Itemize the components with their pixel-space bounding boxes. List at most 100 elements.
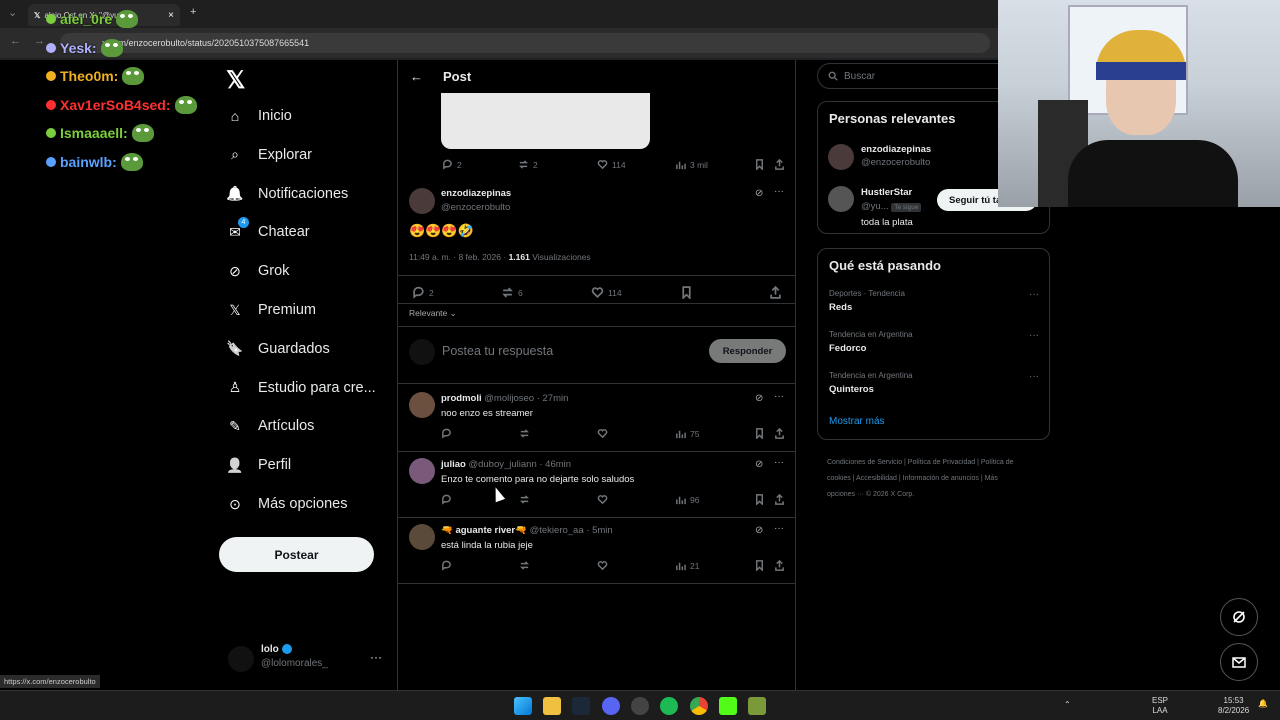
sidebar-item-más-opciones[interactable]: ⊙ Más opciones [226, 491, 347, 517]
bookmark-action[interactable] [754, 159, 765, 170]
more-icon[interactable]: ··· [774, 457, 784, 468]
reply-time[interactable]: · 5min [586, 525, 612, 536]
post-author-handle[interactable]: @enzocerobulto [441, 202, 510, 213]
bookmark-action[interactable] [754, 428, 765, 439]
quoted-media-image[interactable] [441, 93, 650, 149]
like-action[interactable] [597, 560, 608, 571]
more-icon[interactable]: ··· [774, 391, 784, 402]
file-explorer-icon[interactable] [543, 697, 561, 715]
avatar[interactable] [409, 188, 435, 214]
sidebar-item-estudio-para-cre-[interactable]: ♙ Estudio para cre... [226, 375, 376, 401]
sidebar-item-notificaciones[interactable]: 🔔 Notificaciones [226, 181, 348, 207]
share-action[interactable] [774, 494, 785, 505]
more-icon[interactable]: ··· [1029, 330, 1039, 341]
share-action[interactable] [774, 428, 785, 439]
repost-action[interactable] [519, 428, 530, 439]
grok-icon[interactable]: ⊘ [755, 188, 763, 199]
post-button[interactable]: Postear [219, 537, 374, 572]
reply-author-handle[interactable]: @tekiero_aa [530, 525, 584, 536]
sidebar-item-premium[interactable]: 𝕏 Premium [226, 297, 316, 323]
discord-icon[interactable] [602, 697, 620, 715]
forward-icon[interactable]: → [34, 35, 45, 47]
sidebar-item-inicio[interactable]: ⌂ Inicio [226, 103, 292, 129]
reply-action[interactable]: 2 [412, 286, 434, 299]
sidebar-item-guardados[interactable]: 🔖 Guardados [226, 336, 329, 362]
more-icon[interactable]: ··· [774, 523, 784, 534]
more-icon[interactable]: ··· [1029, 289, 1039, 300]
like-action[interactable]: 114 [597, 159, 626, 170]
notification-icon[interactable]: 🔔 [1258, 699, 1268, 709]
footer-links[interactable]: Condiciones de Servicio | Política de Pr… [827, 455, 1027, 503]
obs-icon[interactable] [631, 697, 649, 715]
person-handle[interactable]: @enzocerobulto [861, 157, 930, 168]
reply-author-handle[interactable]: @duboy_juliann [468, 459, 536, 470]
like-action[interactable] [597, 494, 608, 505]
avatar[interactable] [409, 392, 435, 418]
reply-action[interactable] [441, 428, 452, 439]
clock[interactable]: 15:53 8/2/2026 [1218, 696, 1249, 716]
sidebar-item-perfil[interactable]: 👤 Perfil [226, 452, 291, 478]
repost-action[interactable] [519, 560, 530, 571]
person-name[interactable]: HustlerStar [861, 187, 912, 198]
bookmark-action[interactable] [754, 560, 765, 571]
views-action[interactable]: 3 mil [675, 159, 708, 170]
reply-button[interactable]: Responder [709, 339, 786, 363]
reply-author-handle[interactable]: @molijoseo [484, 393, 534, 404]
kick-icon[interactable] [719, 697, 737, 715]
grok-icon[interactable]: ⊘ [755, 459, 763, 470]
sidebar-item-grok[interactable]: ⊘ Grok [226, 258, 289, 284]
more-icon[interactable]: ··· [370, 650, 382, 664]
reply-action[interactable]: 2 [442, 159, 462, 170]
grok-icon[interactable]: ⊘ [755, 525, 763, 536]
like-action[interactable] [597, 428, 608, 439]
account-switcher[interactable]: lolo @lolomorales_ ··· [228, 642, 388, 678]
share-action[interactable] [774, 159, 785, 170]
steam-icon[interactable] [572, 697, 590, 715]
chrome-icon[interactable] [690, 697, 708, 715]
post-author-name[interactable]: enzodiazepinas [441, 188, 511, 199]
person-handle[interactable]: @yu... Te sigue [861, 201, 922, 212]
bookmark-action[interactable] [754, 494, 765, 505]
reply-author-name[interactable]: 🔫 aguante river🔫 [441, 525, 527, 536]
avatar[interactable] [409, 524, 435, 550]
show-more-link[interactable]: Mostrar más [829, 416, 885, 427]
tray-chevron-icon[interactable]: ⌃ [1064, 700, 1071, 710]
repost-action[interactable]: 2 [518, 159, 538, 170]
avatar[interactable] [828, 144, 854, 170]
back-arrow-icon[interactable]: ← [410, 69, 423, 84]
sidebar-item-artículos[interactable]: ✎ Artículos [226, 413, 314, 439]
tab-list-icon[interactable]: ⌄ [8, 6, 17, 19]
grok-icon[interactable]: ⊘ [755, 393, 763, 404]
reply-action[interactable] [441, 560, 452, 571]
start-icon[interactable] [514, 697, 532, 715]
x-logo-icon[interactable]: 𝕏 [226, 66, 245, 95]
avatar[interactable] [409, 458, 435, 484]
sidebar-item-explorar[interactable]: ⌕ Explorar [226, 142, 312, 168]
views-action[interactable]: 21 [675, 560, 699, 571]
back-icon[interactable]: ← [10, 35, 21, 47]
reply-time[interactable]: · 46min [539, 459, 571, 470]
share-action[interactable] [769, 286, 782, 299]
app-icon[interactable] [748, 697, 766, 715]
messages-float-button[interactable] [1220, 643, 1258, 681]
reply-author-name[interactable]: prodmoli [441, 393, 482, 404]
sort-dropdown[interactable]: Relevante ⌄ [409, 308, 457, 319]
grok-float-button[interactable] [1220, 598, 1258, 636]
repost-action[interactable]: 6 [501, 286, 523, 299]
views-action[interactable]: 75 [675, 428, 699, 439]
avatar[interactable] [828, 186, 854, 212]
sidebar-item-chatear[interactable]: ✉ Chatear 4 [226, 217, 310, 245]
repost-action[interactable] [519, 494, 530, 505]
spotify-icon[interactable] [660, 697, 678, 715]
share-action[interactable] [774, 560, 785, 571]
language-indicator[interactable]: ESP LAA [1152, 696, 1168, 716]
reply-time[interactable]: · 27min [537, 393, 569, 404]
reply-author-name[interactable]: juliao [441, 459, 466, 470]
person-name[interactable]: enzodiazepinas [861, 144, 931, 155]
more-icon[interactable]: ··· [774, 186, 784, 197]
views-action[interactable]: 96 [675, 494, 699, 505]
bookmark-action[interactable] [680, 286, 693, 299]
reply-action[interactable] [441, 494, 452, 505]
like-action[interactable]: 114 [591, 286, 622, 299]
more-icon[interactable]: ··· [1029, 371, 1039, 382]
